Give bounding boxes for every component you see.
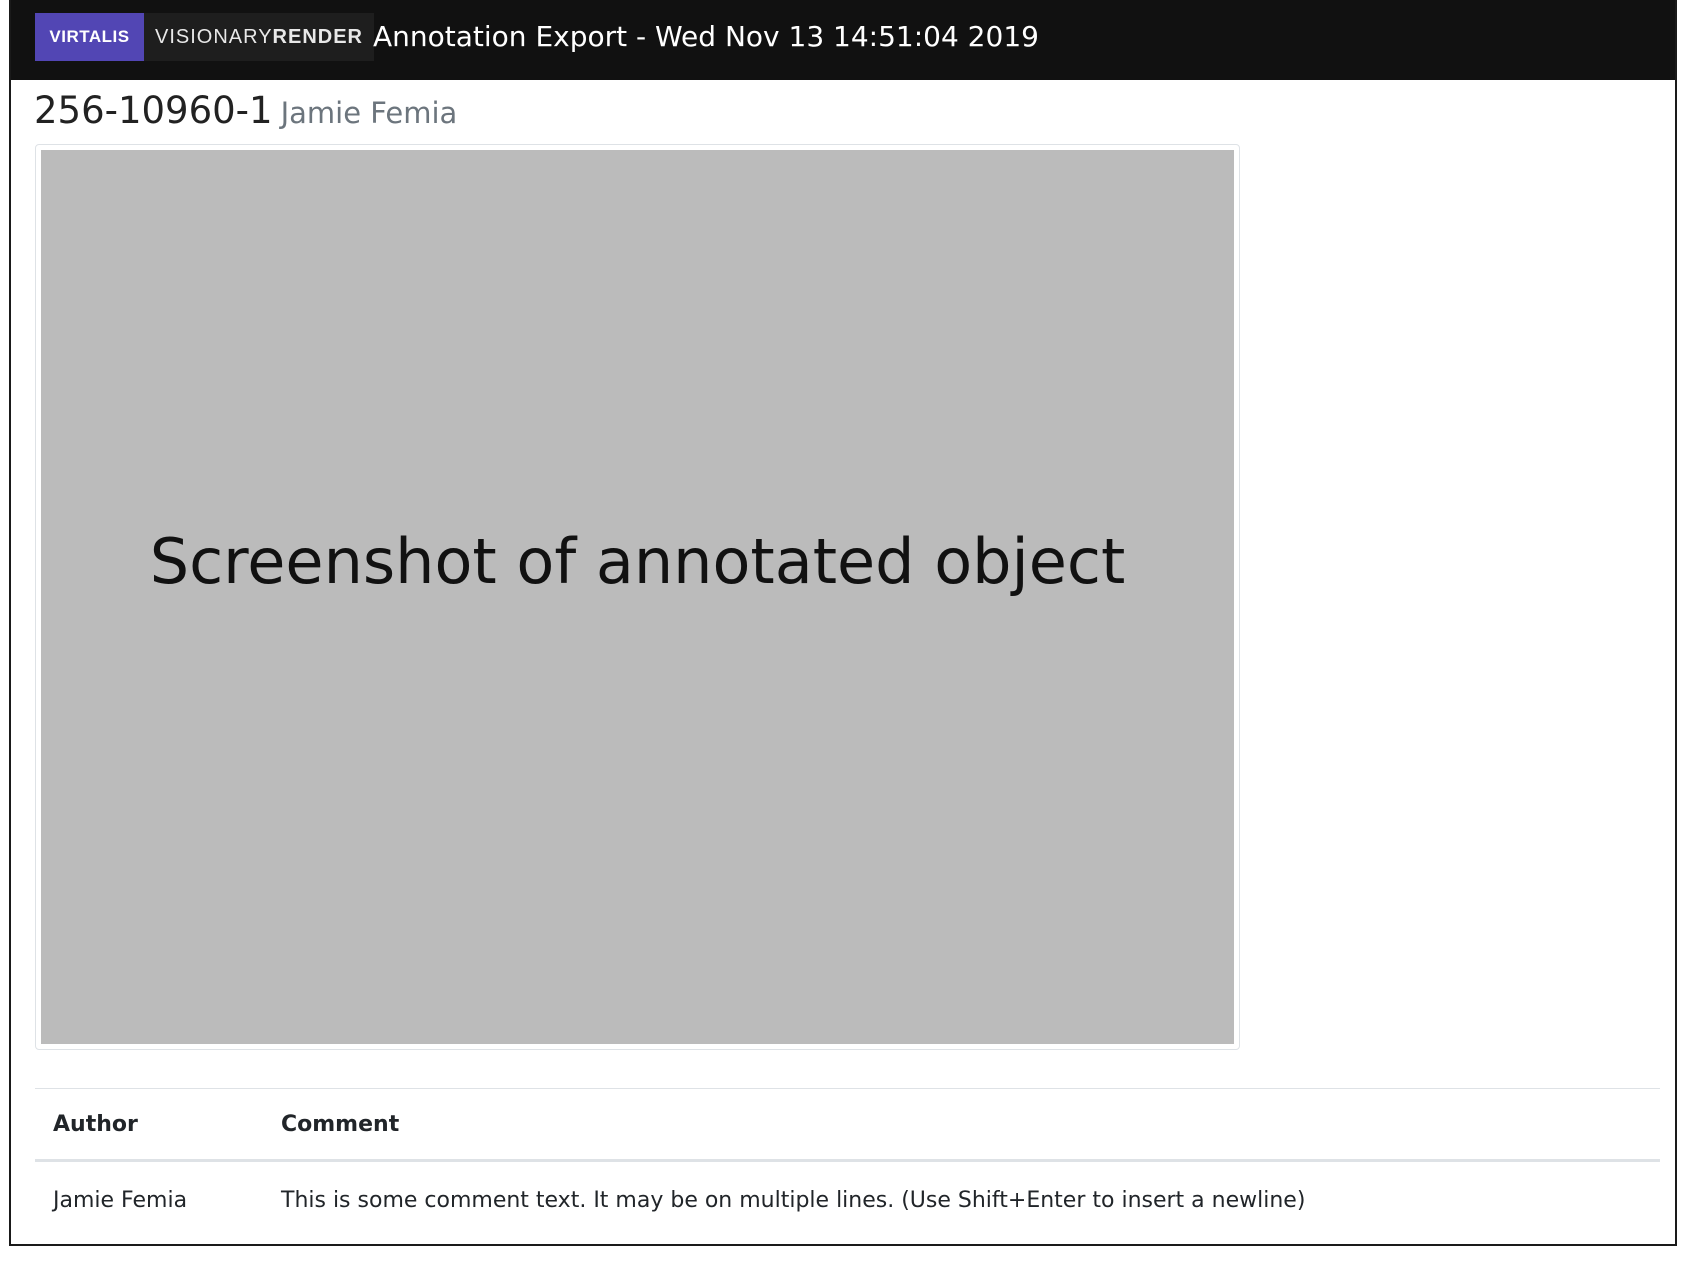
visionary-render-logo-bold: RENDER [272,25,363,48]
table-row: Jamie Femia This is some comment text. I… [35,1161,1660,1239]
top-bar: VIRTALIS VISIONARY RENDER Annotation Expo… [11,0,1675,80]
comments-table: Author Comment Jamie Femia This is some … [35,1089,1660,1238]
comment-author-cell: Jamie Femia [53,1187,188,1213]
virtalis-logo: VIRTALIS [35,13,144,61]
annotation-screenshot: Screenshot of annotated object [35,144,1240,1050]
page-frame: VIRTALIS VISIONARY RENDER Annotation Expo… [9,0,1677,1246]
comments-header-row: Author Comment [35,1089,1660,1162]
annotation-author: Jamie Femia [280,96,458,130]
virtalis-logo-text: VIRTALIS [49,27,130,46]
export-title: Annotation Export - Wed Nov 13 14:51:04 … [373,20,1039,53]
comment-text-cell: This is some comment text. It may be on … [281,1187,1306,1213]
visionary-render-logo-light: VISIONARY [154,25,273,48]
screenshot-placeholder: Screenshot of annotated object [41,150,1234,1044]
column-header-comment: Comment [263,1089,1660,1162]
column-header-author: Author [35,1089,263,1162]
annotation-id: 256-10960-1 [34,89,273,132]
annotation-heading: 256-10960-1 Jamie Femia [34,86,457,136]
screenshot-placeholder-text: Screenshot of annotated object [149,525,1126,598]
visionary-render-logo: VISIONARY RENDER [144,13,374,61]
